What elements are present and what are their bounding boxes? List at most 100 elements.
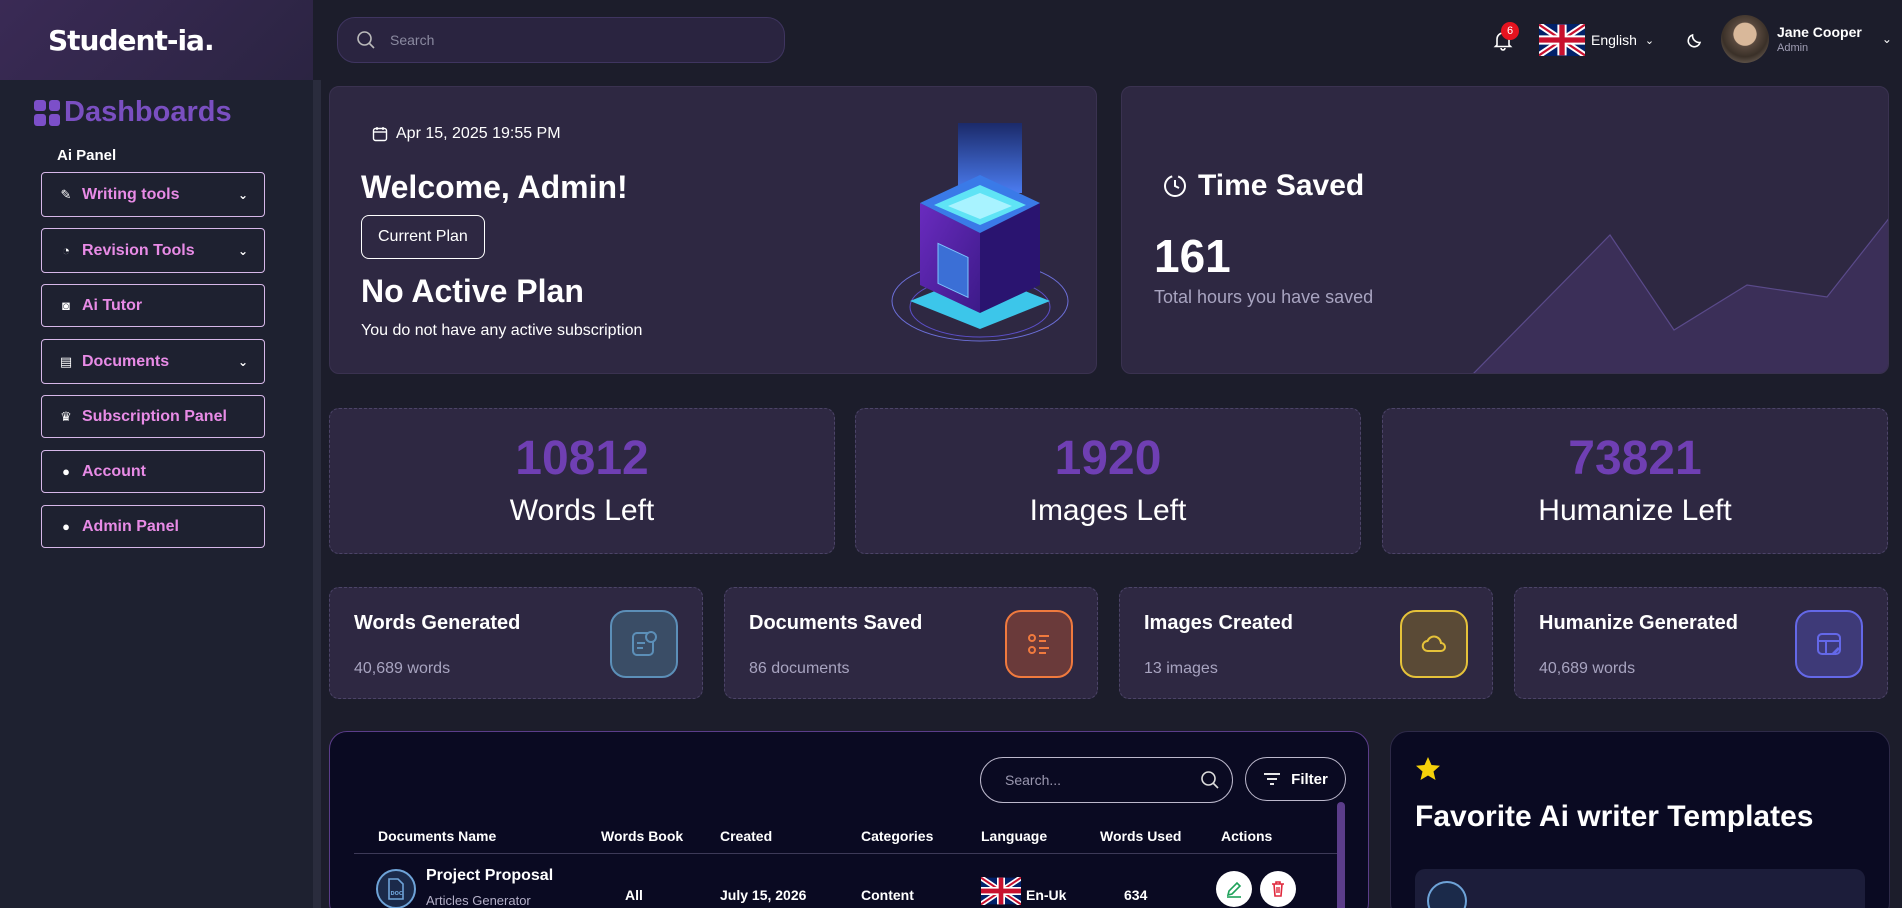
- clock-icon: [1164, 175, 1186, 197]
- sidebar-scrollbar[interactable]: [313, 80, 321, 908]
- sidebar: Student-ia. Dashboards Ai Panel ✎ Writin…: [0, 0, 313, 908]
- document-generator: Articles Generator: [426, 893, 531, 908]
- time-saved-subtitle: Total hours you have saved: [1154, 287, 1374, 307]
- welcome-title: Welcome, Admin!: [361, 169, 628, 205]
- moon-icon[interactable]: [1685, 30, 1705, 50]
- table-search-input[interactable]: [1005, 772, 1200, 788]
- search-input[interactable]: [390, 32, 750, 48]
- mini-card-sub: 40,689 words: [1539, 660, 1636, 677]
- column-header[interactable]: Actions: [1221, 828, 1272, 844]
- mini-card-title: Documents Saved: [749, 612, 923, 634]
- logo-bar: Student-ia.: [0, 0, 313, 80]
- mini-card-sub: 86 documents: [749, 660, 850, 677]
- filter-label: Filter: [1291, 770, 1328, 788]
- sidebar-item-revision-tools[interactable]: ◔ Revision Tools ⌄: [41, 228, 265, 273]
- cell-category: Content: [861, 887, 914, 903]
- grid-icon: [34, 99, 60, 126]
- table-scrollbar[interactable]: [1337, 802, 1345, 908]
- chevron-down-icon: ⌄: [237, 243, 248, 258]
- app-logo[interactable]: Student-ia.: [48, 24, 215, 57]
- mini-card-title: Images Created: [1144, 612, 1293, 634]
- table-row[interactable]: DOC Project Proposal Articles Generator …: [354, 857, 1338, 908]
- search-bar[interactable]: [337, 17, 785, 63]
- cell-words-book: All: [625, 887, 643, 903]
- humanize-generated-card: Humanize Generated 40,689 words: [1514, 587, 1888, 699]
- user-menu[interactable]: Jane Cooper Admin ⌄: [1721, 15, 1892, 63]
- server-cube-illustration: [891, 123, 1069, 342]
- user-info: Jane Cooper Admin: [1777, 24, 1862, 54]
- doc-file-icon: [1427, 881, 1467, 908]
- plan-status: No Active Plan: [361, 273, 584, 309]
- trash-icon: [1272, 881, 1284, 897]
- time-saved-sparkline: [1473, 218, 1888, 373]
- mini-card-title: Humanize Generated: [1539, 612, 1738, 634]
- sidebar-item-label: Writing tools: [82, 185, 180, 203]
- welcome-card: Apr 15, 2025 19:55 PM Welcome, Admin! Cu…: [329, 86, 1097, 374]
- column-header[interactable]: Documents Name: [378, 828, 496, 844]
- time-saved-heading: Time Saved: [1162, 169, 1364, 203]
- chevron-down-icon: ⌄: [237, 187, 248, 202]
- sidebar-item-label: Account: [82, 462, 146, 480]
- dashboards-heading: Dashboards: [34, 96, 313, 129]
- chevron-down-icon: ⌄: [1644, 34, 1655, 47]
- column-header[interactable]: Words Book: [601, 828, 683, 844]
- current-plan-button[interactable]: Current Plan: [361, 215, 485, 259]
- column-header[interactable]: Language: [981, 828, 1047, 844]
- check-circle-icon: ◔: [62, 243, 70, 258]
- template-card[interactable]: [1415, 869, 1865, 908]
- search-icon[interactable]: [1200, 770, 1220, 790]
- column-header[interactable]: Words Used: [1100, 828, 1181, 844]
- edit-button[interactable]: [1216, 871, 1252, 907]
- stat-label: Words Left: [509, 494, 655, 527]
- filter-button[interactable]: Filter: [1245, 757, 1346, 801]
- language-label: English: [1591, 32, 1637, 48]
- date-display: Apr 15, 2025 19:55 PM: [372, 125, 561, 143]
- favorite-templates-panel: Favorite Ai writer Templates: [1390, 731, 1890, 908]
- sidebar-item-admin-panel[interactable]: ● Admin Panel: [41, 505, 265, 548]
- sidebar-item-label: Subscription Panel: [82, 407, 227, 425]
- ai-panel-label: Ai Panel: [57, 147, 117, 164]
- document-name[interactable]: Project Proposal: [426, 867, 553, 885]
- mini-card-sub: 13 images: [1144, 660, 1218, 677]
- sidebar-item-account[interactable]: ● Account: [41, 450, 265, 493]
- search-icon: [357, 31, 375, 49]
- stat-label: Humanize Left: [1538, 494, 1732, 527]
- humanize-left-card: 73821 Humanize Left: [1382, 408, 1888, 554]
- user-role: Admin: [1777, 42, 1809, 54]
- sidebar-item-subscription-panel[interactable]: ♛ Subscription Panel: [41, 395, 265, 438]
- table-search[interactable]: [980, 757, 1233, 803]
- chevron-down-icon: ⌄: [237, 354, 248, 369]
- plan-note: You do not have any active subscription: [361, 322, 643, 339]
- sidebar-menu: ✎ Writing tools ⌄ ◔ Revision Tools ⌄ ◙ A…: [41, 172, 265, 548]
- robot-icon: ◙: [62, 298, 70, 313]
- column-header[interactable]: Categories: [861, 828, 933, 844]
- words-generated-card: Words Generated 40,689 words: [329, 587, 703, 699]
- sidebar-item-ai-tutor[interactable]: ◙ Ai Tutor: [41, 284, 265, 327]
- list-icon: [1005, 610, 1073, 678]
- cell-created: July 15, 2026: [720, 887, 807, 903]
- language-selector[interactable]: English ⌄: [1539, 24, 1654, 56]
- column-header[interactable]: Created: [720, 828, 772, 844]
- file-icon: ▤: [59, 353, 73, 369]
- stat-value: 10812: [515, 432, 649, 485]
- pencil-icon: [1226, 881, 1242, 898]
- dashboards-title[interactable]: Dashboards: [64, 96, 232, 129]
- user-icon: ●: [62, 519, 70, 534]
- sidebar-item-label: Revision Tools: [82, 241, 195, 259]
- user-icon: ●: [62, 464, 70, 479]
- time-saved-title: Time Saved: [1198, 169, 1365, 202]
- images-created-card: Images Created 13 images: [1119, 587, 1493, 699]
- sidebar-item-documents[interactable]: ▤ Documents ⌄: [41, 339, 265, 384]
- delete-button[interactable]: [1260, 871, 1296, 907]
- sidebar-item-label: Documents: [82, 352, 170, 370]
- uk-flag-icon: [981, 877, 1021, 905]
- cloud-icon: [1400, 610, 1468, 678]
- documents-saved-card: Documents Saved 86 documents: [724, 587, 1098, 699]
- cell-words-used: 634: [1124, 887, 1148, 903]
- notification-badge: 6: [1501, 22, 1519, 40]
- stat-value: 1920: [1054, 432, 1162, 485]
- images-left-card: 1920 Images Left: [855, 408, 1361, 554]
- svg-text:DOC: DOC: [391, 891, 403, 897]
- sidebar-item-writing-tools[interactable]: ✎ Writing tools ⌄: [41, 172, 265, 217]
- calendar-icon: [372, 127, 388, 142]
